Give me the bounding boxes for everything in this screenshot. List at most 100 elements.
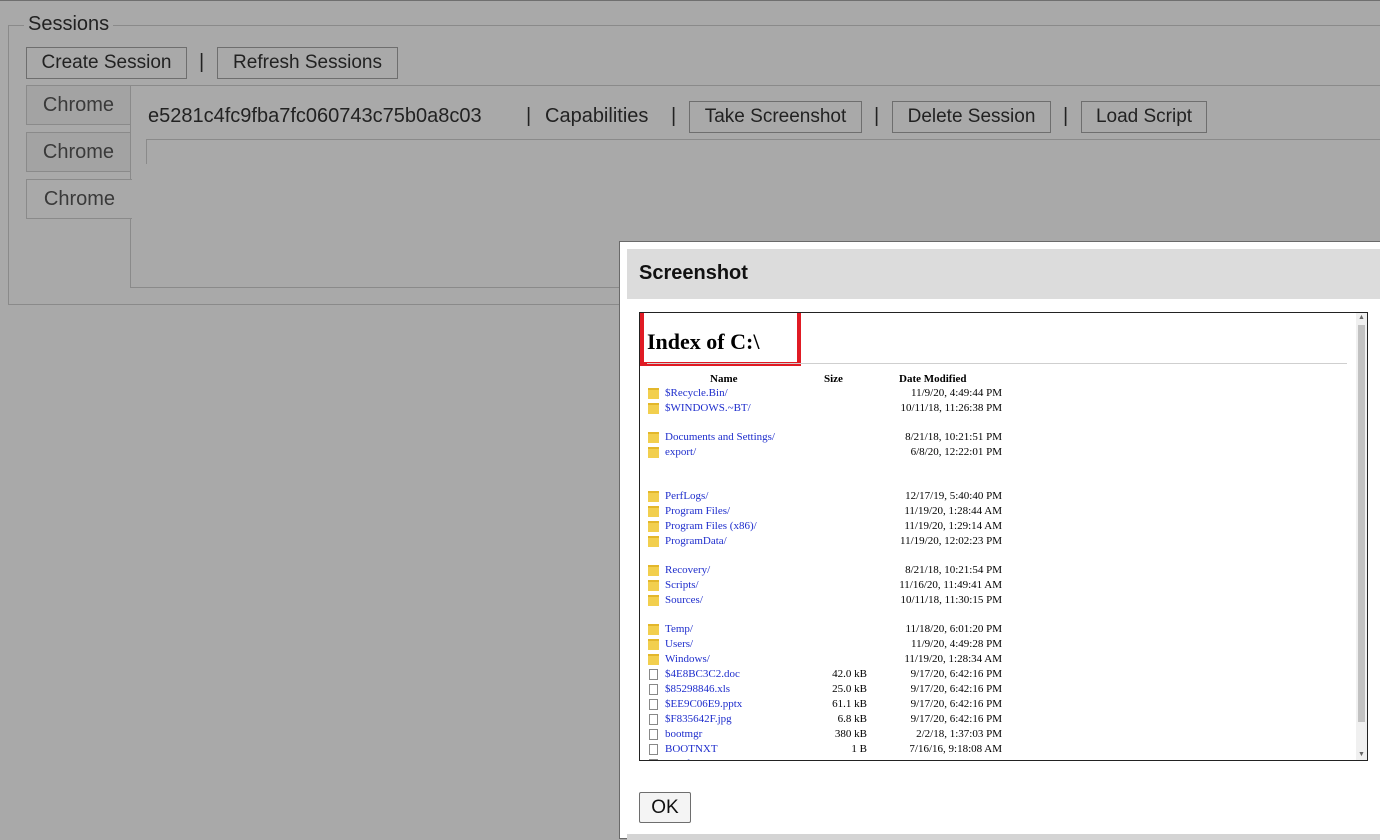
refresh-sessions-button[interactable]: Refresh Sessions [217,47,398,79]
separator: | [199,51,205,73]
session-tab-1[interactable]: Chrome [26,85,131,125]
column-header-size: Size [824,373,843,385]
file-row: Documents and Settings/8/21/18, 10:21:51… [640,431,1340,445]
file-name-link[interactable]: PerfLogs/ [665,490,708,502]
file-row: Windows/11/19/20, 1:28:34 AM [640,653,1340,667]
separator: | [526,105,532,127]
file-date: 8/21/18, 10:21:51 PM [905,431,1002,443]
screenshot-modal: Screenshot Index of C:\ Name Size Date M… [619,241,1380,840]
file-size: 12.0 GB [830,758,867,760]
file-icon [649,759,658,760]
file-name-link[interactable]: Users/ [665,638,693,650]
file-name-link[interactable]: $EE9C06E9.pptx [665,698,742,710]
file-name-link[interactable]: Scripts/ [665,579,699,591]
file-date: 11/19/20, 1:28:44 AM [904,505,1002,517]
folder-icon [648,654,659,665]
file-date: 11/9/20, 4:49:44 PM [911,387,1002,399]
file-row: $EE9C06E9.pptx 61.1 kB 9/17/20, 6:42:16 PM [640,698,1340,712]
folder-icon [648,536,659,547]
folder-icon [648,447,659,458]
file-date: 8/21/18, 10:21:54 PM [905,564,1002,576]
file-name-link[interactable]: $WINDOWS.~BT/ [665,402,751,414]
file-name-link[interactable]: $85298846.xls [665,683,730,695]
file-row: Temp/11/18/20, 6:01:20 PM [640,623,1340,637]
file-date: 9/17/20, 6:42:16 PM [910,698,1002,710]
screenshot-image[interactable]: Index of C:\ Name Size Date Modified $Re… [639,312,1368,761]
folder-icon [648,521,659,532]
session-tab-3-active[interactable]: Chrome [26,179,132,219]
scroll-thumb[interactable] [1358,325,1365,722]
folder-icon [648,639,659,650]
modal-header: Screenshot [627,249,1380,299]
capabilities-link[interactable]: Capabilities [545,105,648,128]
folder-icon [648,491,659,502]
file-name-link[interactable]: Sources/ [665,594,703,606]
file-name-link[interactable]: $F835642F.jpg [665,713,732,725]
top-border [0,0,1380,1]
scroll-down-arrow-icon[interactable]: ▼ [1356,750,1367,760]
file-row: export/6/8/20, 12:22:01 PM [640,446,1340,460]
file-name-link[interactable]: pagefile.sys [665,758,717,760]
file-icon [649,729,658,740]
folder-icon [648,624,659,635]
file-date: 11/16/20, 11:49:41 AM [899,579,1002,591]
column-header-date: Date Modified [899,373,967,385]
ok-button[interactable]: OK [639,792,691,823]
session-tab-2[interactable]: Chrome [26,132,131,172]
file-name-link[interactable]: Documents and Settings/ [665,431,775,443]
folder-icon [648,506,659,517]
file-date: 2/2/18, 1:37:03 PM [916,728,1002,740]
create-session-button[interactable]: Create Session [26,47,187,79]
separator: | [874,105,880,127]
file-row: ProgramData/11/19/20, 12:02:23 PM [640,535,1340,549]
file-row: $Recycle.Bin/11/9/20, 4:49:44 PM [640,387,1340,401]
file-name-link[interactable]: Program Files (x86)/ [665,520,757,532]
screenshot-scrollbar[interactable]: ▲ ▼ [1356,313,1367,760]
file-name-link[interactable]: export/ [665,446,696,458]
file-date: 7/16/16, 9:18:08 AM [909,743,1002,755]
file-row: Sources/10/11/18, 11:30:15 PM [640,594,1340,608]
file-size: 380 kB [834,728,867,740]
file-name-link[interactable]: Temp/ [665,623,693,635]
file-date: 10/11/18, 11:30:15 PM [900,594,1002,606]
file-name-link[interactable]: Windows/ [665,653,710,665]
file-row: BOOTNXT 1 B 7/16/16, 9:18:08 AM [640,743,1340,757]
file-date: 11/9/20, 4:49:28 PM [911,638,1002,650]
file-row: bootmgr 380 kB 2/2/18, 1:37:03 PM [640,728,1340,742]
file-date: 12/17/19, 5:40:40 PM [905,490,1002,502]
file-row: $F835642F.jpg 6.8 kB 9/17/20, 6:42:16 PM [640,713,1340,727]
file-name-link[interactable]: Program Files/ [665,505,730,517]
file-name-link[interactable]: $Recycle.Bin/ [665,387,728,399]
file-name-link[interactable]: BOOTNXT [665,743,718,755]
separator: | [1063,105,1069,127]
file-name-link[interactable]: Recovery/ [665,564,710,576]
sessions-legend: Sessions [24,13,114,36]
modal-title: Screenshot [639,262,748,284]
file-name-link[interactable]: ProgramData/ [665,535,727,547]
take-screenshot-button[interactable]: Take Screenshot [689,101,862,133]
file-date: 9/17/20, 6:42:16 PM [910,713,1002,725]
file-size: 25.0 kB [832,683,867,695]
file-size: 1 B [851,743,867,755]
file-size: 61.1 kB [832,698,867,710]
column-header-name: Name [710,373,738,385]
load-script-button[interactable]: Load Script [1081,101,1207,133]
file-icon [649,744,658,755]
folder-icon [648,432,659,443]
file-icon [649,669,658,680]
file-row: Users/11/9/20, 4:49:28 PM [640,638,1340,652]
file-name-link[interactable]: bootmgr [665,728,702,740]
scroll-up-arrow-icon[interactable]: ▲ [1356,313,1367,323]
file-row: pagefile.sys 12.0 GB 11/14/20, 6:33:07 PM [640,758,1340,760]
file-date: 11/19/20, 1:29:14 AM [904,520,1002,532]
script-area-border [146,139,1380,140]
delete-session-button[interactable]: Delete Session [892,101,1051,133]
file-date: 6/8/20, 12:22:01 PM [910,446,1002,458]
file-name-link[interactable]: $4E8BC3C2.doc [665,668,740,680]
file-row: PerfLogs/12/17/19, 5:40:40 PM [640,490,1340,504]
session-id: e5281c4fc9fba7fc060743c75b0a8c03 [148,105,482,127]
file-icon [649,684,658,695]
folder-icon [648,388,659,399]
red-highlight-box [640,313,801,366]
modal-footer-bar [627,834,1380,840]
